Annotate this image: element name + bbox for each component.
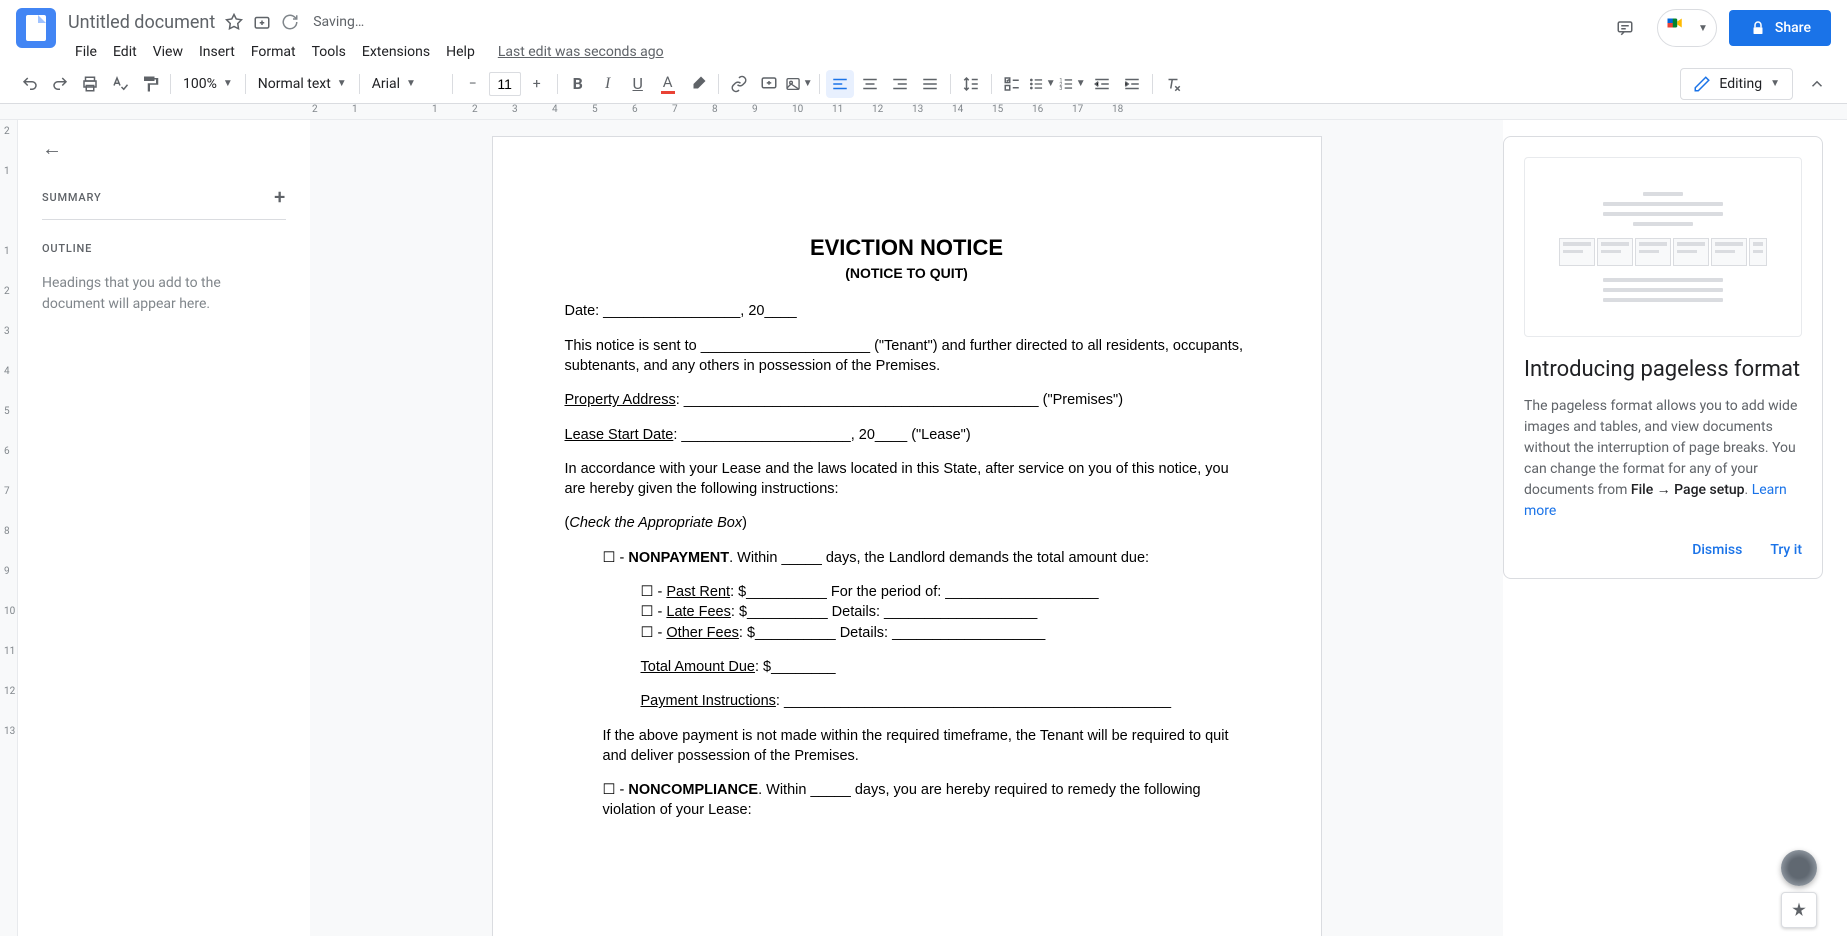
font-size-decrease-button[interactable]: − bbox=[459, 70, 487, 98]
menu-help[interactable]: Help bbox=[439, 40, 482, 64]
document-title[interactable]: Untitled document bbox=[68, 12, 215, 33]
doc-text: Lease Start Date: _____________________,… bbox=[565, 425, 1249, 445]
close-outline-button[interactable]: ← bbox=[42, 136, 286, 161]
menu-insert[interactable]: Insert bbox=[192, 40, 242, 64]
doc-text: This notice is sent to _________________… bbox=[565, 336, 1249, 377]
menu-extensions[interactable]: Extensions bbox=[355, 40, 437, 64]
doc-text: ☐ - Past Rent: $__________ For the perio… bbox=[641, 582, 1249, 602]
add-summary-button[interactable]: + bbox=[274, 185, 286, 209]
docs-logo-icon[interactable] bbox=[16, 8, 56, 48]
align-left-button[interactable] bbox=[826, 70, 854, 98]
highlight-button[interactable] bbox=[684, 70, 712, 98]
insert-link-button[interactable] bbox=[725, 70, 753, 98]
font-size-increase-button[interactable]: + bbox=[523, 70, 551, 98]
align-right-button[interactable] bbox=[886, 70, 914, 98]
bulleted-list-button[interactable]: ▼ bbox=[1028, 70, 1056, 98]
grammarly-icon[interactable] bbox=[1781, 850, 1817, 886]
editing-mode-select[interactable]: Editing ▼ bbox=[1680, 68, 1793, 100]
menu-tools[interactable]: Tools bbox=[305, 40, 353, 64]
add-comment-button[interactable] bbox=[755, 70, 783, 98]
italic-button[interactable]: I bbox=[594, 70, 622, 98]
try-it-button[interactable]: Try it bbox=[1770, 542, 1802, 558]
doc-text: ☐ - NONPAYMENT. Within _____ days, the L… bbox=[603, 548, 1249, 568]
outline-label: OUTLINE bbox=[42, 242, 286, 255]
font-size-input[interactable] bbox=[489, 72, 521, 96]
horizontal-ruler[interactable]: 21123456789101112131415161718 bbox=[0, 104, 1847, 120]
explore-button[interactable] bbox=[1781, 892, 1817, 928]
editing-mode-label: Editing bbox=[1719, 76, 1762, 92]
doc-subtitle: (NOTICE TO QUIT) bbox=[565, 264, 1249, 284]
doc-text: ☐ - NONCOMPLIANCE. Within _____ days, yo… bbox=[603, 780, 1249, 821]
doc-text: If the above payment is not made within … bbox=[603, 726, 1249, 767]
menu-bar: File Edit View Insert Format Tools Exten… bbox=[68, 38, 1605, 66]
increase-indent-button[interactable] bbox=[1118, 70, 1146, 98]
doc-text: ☐ - Late Fees: $__________ Details: ____… bbox=[641, 602, 1249, 622]
outline-panel: ← SUMMARY + OUTLINE Headings that you ad… bbox=[18, 120, 310, 936]
menu-edit[interactable]: Edit bbox=[106, 40, 144, 64]
text-color-button[interactable]: A bbox=[654, 70, 682, 98]
last-edit-link[interactable]: Last edit was seconds ago bbox=[498, 44, 664, 60]
app-header: Untitled document Saving… File Edit View… bbox=[0, 0, 1847, 64]
chevron-down-icon: ▼ bbox=[1698, 23, 1708, 34]
zoom-select[interactable]: 100%▼ bbox=[177, 72, 239, 96]
lock-icon bbox=[1749, 19, 1767, 37]
checklist-button[interactable] bbox=[998, 70, 1026, 98]
style-select[interactable]: Normal text▼ bbox=[252, 72, 353, 96]
align-center-button[interactable] bbox=[856, 70, 884, 98]
bold-button[interactable]: B bbox=[564, 70, 592, 98]
dismiss-button[interactable]: Dismiss bbox=[1692, 542, 1742, 558]
page-canvas[interactable]: EVICTION NOTICE (NOTICE TO QUIT) Date: _… bbox=[310, 120, 1503, 936]
doc-text: Date: _________________, 20____ bbox=[565, 301, 1249, 321]
move-icon[interactable] bbox=[253, 13, 271, 31]
star-icon[interactable] bbox=[225, 13, 243, 31]
spellcheck-button[interactable] bbox=[106, 70, 134, 98]
meet-icon bbox=[1666, 14, 1694, 42]
doc-text: Total Amount Due: $________ bbox=[641, 657, 1249, 677]
numbered-list-button[interactable]: 123▼ bbox=[1058, 70, 1086, 98]
saving-status: Saving… bbox=[313, 14, 364, 30]
card-title: Introducing pageless format bbox=[1524, 357, 1802, 382]
chevron-down-icon: ▼ bbox=[1770, 78, 1780, 89]
doc-text: Payment Instructions: __________________… bbox=[641, 691, 1249, 711]
share-button[interactable]: Share bbox=[1729, 10, 1831, 46]
menu-view[interactable]: View bbox=[146, 40, 190, 64]
comments-button[interactable] bbox=[1605, 8, 1645, 48]
document-page[interactable]: EVICTION NOTICE (NOTICE TO QUIT) Date: _… bbox=[492, 136, 1322, 936]
clear-formatting-button[interactable] bbox=[1159, 70, 1187, 98]
meet-button[interactable]: ▼ bbox=[1657, 9, 1717, 47]
align-justify-button[interactable] bbox=[916, 70, 944, 98]
paint-format-button[interactable] bbox=[136, 70, 164, 98]
svg-text:3: 3 bbox=[1059, 86, 1062, 92]
print-button[interactable] bbox=[76, 70, 104, 98]
pencil-icon bbox=[1693, 75, 1711, 93]
pageless-promo-card: Introducing pageless format The pageless… bbox=[1503, 136, 1823, 579]
outline-placeholder: Headings that you add to the document wi… bbox=[42, 273, 286, 315]
doc-text: (Check the Appropriate Box) bbox=[565, 513, 1249, 533]
doc-text: Property Address: ______________________… bbox=[565, 390, 1249, 410]
share-label: Share bbox=[1775, 20, 1811, 36]
menu-format[interactable]: Format bbox=[244, 40, 303, 64]
toolbar: 100%▼ Normal text▼ Arial▼ − + B I U A ▼ … bbox=[0, 64, 1847, 104]
vertical-ruler[interactable]: 2112345678910111213 bbox=[0, 120, 18, 936]
undo-button[interactable] bbox=[16, 70, 44, 98]
card-preview-image bbox=[1524, 157, 1802, 337]
card-body: The pageless format allows you to add wi… bbox=[1524, 396, 1802, 522]
menu-file[interactable]: File bbox=[68, 40, 104, 64]
doc-title: EVICTION NOTICE bbox=[565, 233, 1249, 264]
decrease-indent-button[interactable] bbox=[1088, 70, 1116, 98]
doc-text: ☐ - Other Fees: $__________ Details: ___… bbox=[641, 623, 1249, 643]
summary-label: SUMMARY bbox=[42, 191, 101, 204]
cloud-status-icon bbox=[281, 13, 299, 31]
line-spacing-button[interactable] bbox=[957, 70, 985, 98]
insert-image-button[interactable]: ▼ bbox=[785, 70, 813, 98]
redo-button[interactable] bbox=[46, 70, 74, 98]
doc-text: In accordance with your Lease and the la… bbox=[565, 459, 1249, 500]
collapse-toolbar-button[interactable] bbox=[1803, 70, 1831, 98]
font-select[interactable]: Arial▼ bbox=[366, 72, 446, 96]
underline-button[interactable]: U bbox=[624, 70, 652, 98]
